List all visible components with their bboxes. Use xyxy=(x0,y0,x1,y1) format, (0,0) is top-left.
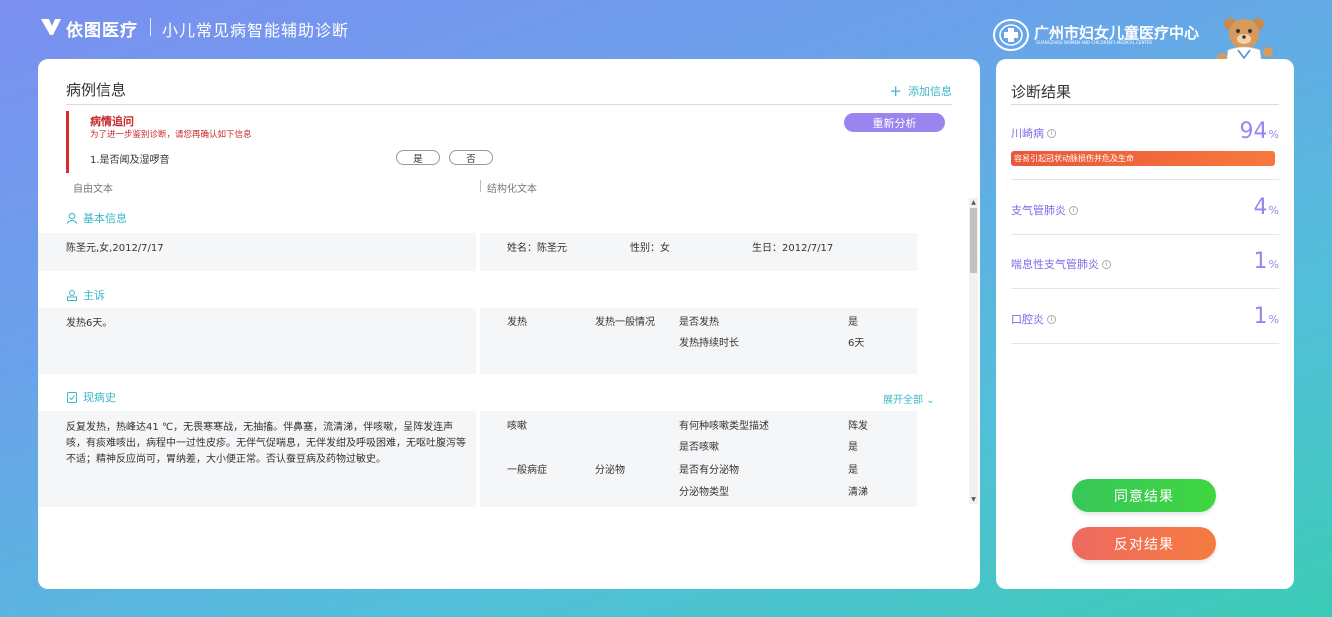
expand-all-label: 展开全部 xyxy=(883,395,923,406)
probability-value: 1 xyxy=(1253,304,1268,329)
general-row-value: 是 xyxy=(848,465,858,476)
general-row-label: 是否有分泌物 xyxy=(679,465,739,476)
add-info-button[interactable]: + 添加信息 xyxy=(889,83,952,99)
general-category: 一般病症 xyxy=(507,465,547,476)
hospital-english-name: GUANGZHOU WOMEN AND CHILDREN'S MEDICAL C… xyxy=(1036,40,1153,45)
basic-name: 姓名：陈圣元 xyxy=(507,243,567,254)
probability-unit: % xyxy=(1268,128,1279,141)
inquiry-title: 病情追问 xyxy=(90,115,134,128)
probability-value: 94 xyxy=(1239,119,1268,144)
diagnosis-divider xyxy=(1011,179,1279,180)
general-sub-category: 分泌物 xyxy=(595,465,625,476)
agree-result-button[interactable]: 同意结果 xyxy=(1072,479,1216,512)
info-icon[interactable]: i xyxy=(1069,205,1078,215)
diagnosis-divider xyxy=(1011,343,1279,344)
general-row-label: 分泌物类型 xyxy=(679,487,729,498)
complaint-free-text: 发热6天。 xyxy=(66,318,113,329)
oppose-result-button[interactable]: 反对结果 xyxy=(1072,527,1216,560)
case-title-divider xyxy=(66,104,952,105)
cough-row-value: 是 xyxy=(848,442,858,453)
top-bar: 依图医疗 小儿常见病智能辅助诊断 广州市妇女儿童医疗中心 GUANGZHOU W… xyxy=(0,0,1332,66)
info-icon[interactable]: i xyxy=(1102,259,1111,269)
scroll-down-icon[interactable]: ▼ xyxy=(970,496,977,503)
chevron-down-icon: ⌄ xyxy=(926,395,935,406)
scroll-up-icon[interactable]: ▲ xyxy=(970,199,977,206)
diagnosis-probability: 1 % xyxy=(1254,249,1279,274)
case-scrollbar[interactable]: ▲ ▼ xyxy=(969,198,978,504)
clipboard-person-icon xyxy=(67,290,77,301)
diagnosis-divider xyxy=(1011,288,1279,289)
diagnosis-title: 诊断结果 xyxy=(1011,83,1072,101)
case-info-title: 病例信息 xyxy=(66,81,127,99)
info-icon[interactable]: i xyxy=(1047,314,1056,324)
case-info-panel: 病例信息 + 添加信息 病情追问 为了进一步鉴别诊断，请您再确认如下信息 重新分… xyxy=(38,59,980,589)
history-heading: 现病史 xyxy=(66,389,116,405)
diagnosis-name: 口腔炎 i xyxy=(1011,311,1056,327)
reanalyze-button[interactable]: 重新分析 xyxy=(844,113,945,132)
basic-gender: 性别：女 xyxy=(630,243,670,254)
cough-row-value: 阵发 xyxy=(848,421,868,432)
hospital-logo-icon xyxy=(993,19,1029,51)
complaint-sub-category: 发热一般情况 xyxy=(595,317,655,328)
brand-separator xyxy=(150,18,151,36)
plus-icon: + xyxy=(889,81,902,100)
basic-info-heading: 基本信息 xyxy=(66,210,127,226)
general-row-value: 清涕 xyxy=(848,487,868,498)
diagnosis-name-text: 口腔炎 xyxy=(1011,313,1044,326)
inquiry-hint: 为了进一步鉴别诊断，请您再确认如下信息 xyxy=(90,130,252,140)
diagnosis-name-text: 喘息性支气管肺炎 xyxy=(1011,258,1099,271)
basic-birthday: 生日：2012/7/17 xyxy=(752,243,834,254)
complaint-heading-text: 主诉 xyxy=(83,289,105,302)
info-icon[interactable]: i xyxy=(1047,128,1056,138)
structured-text-column-label: 结构化文本 xyxy=(487,184,537,195)
complaint-row-label: 发热持续时长 xyxy=(679,338,739,349)
brand-name: 依图医疗 xyxy=(66,21,138,41)
complaint-row-label: 是否发热 xyxy=(679,317,719,328)
diagnosis-probability: 4 % xyxy=(1254,195,1279,220)
diagnosis-name-text: 川崎病 xyxy=(1011,127,1044,140)
clipboard-check-icon xyxy=(67,392,77,403)
diagnosis-probability: 94 % xyxy=(1240,119,1279,144)
probability-unit: % xyxy=(1268,313,1279,326)
inquiry-marker xyxy=(66,111,69,173)
column-divider xyxy=(480,180,481,192)
probability-unit: % xyxy=(1268,258,1279,271)
complaint-heading: 主诉 xyxy=(66,287,105,303)
history-free-text: 反复发热，热峰达41 ℃，无畏寒寒战，无抽搐。伴鼻塞，流清涕，伴咳嗽，呈阵发连声… xyxy=(66,422,466,465)
person-icon xyxy=(66,212,78,224)
app-title: 小儿常见病智能辅助诊断 xyxy=(162,21,350,40)
basic-free-text: 陈圣元,女,2012/7/17 xyxy=(66,243,164,254)
inquiry-question: 1.是否闻及湿啰音 xyxy=(90,155,170,166)
probability-value: 1 xyxy=(1253,249,1268,274)
diagnosis-warning: 容易引起冠状动脉损伤并危及生命 xyxy=(1011,151,1275,166)
case-scroll-area[interactable]: 基本信息 陈圣元,女,2012/7/17 姓名：陈圣元 性别：女 生日：2012… xyxy=(38,199,980,507)
diagnosis-name: 喘息性支气管肺炎 i xyxy=(1011,256,1111,272)
diagnosis-divider xyxy=(1011,234,1279,235)
diagnosis-name: 支气管肺炎 i xyxy=(1011,202,1078,218)
cough-row-label: 是否咳嗽 xyxy=(679,442,719,453)
cough-category: 咳嗽 xyxy=(507,421,527,432)
answer-yes-button[interactable]: 是 xyxy=(396,150,440,165)
scrollbar-thumb[interactable] xyxy=(970,208,977,273)
yitu-logo-icon xyxy=(41,19,61,35)
add-info-label: 添加信息 xyxy=(908,85,952,98)
history-heading-text: 现病史 xyxy=(83,391,116,404)
probability-value: 4 xyxy=(1253,195,1268,220)
complaint-row-value: 是 xyxy=(848,317,858,328)
probability-unit: % xyxy=(1268,204,1279,217)
complaint-category: 发热 xyxy=(507,317,527,328)
diagnosis-title-divider xyxy=(1011,104,1279,105)
free-text-column-label: 自由文本 xyxy=(73,184,113,195)
basic-info-heading-text: 基本信息 xyxy=(83,212,127,225)
diagnosis-name: 川崎病 i xyxy=(1011,125,1056,141)
diagnosis-probability: 1 % xyxy=(1254,304,1279,329)
cough-row-label: 有何种咳嗽类型描述 xyxy=(679,421,769,432)
expand-all-link[interactable]: 展开全部 ⌄ xyxy=(883,391,935,406)
answer-no-button[interactable]: 否 xyxy=(449,150,493,165)
diagnosis-name-text: 支气管肺炎 xyxy=(1011,204,1066,217)
complaint-row-value: 6天 xyxy=(848,338,865,349)
